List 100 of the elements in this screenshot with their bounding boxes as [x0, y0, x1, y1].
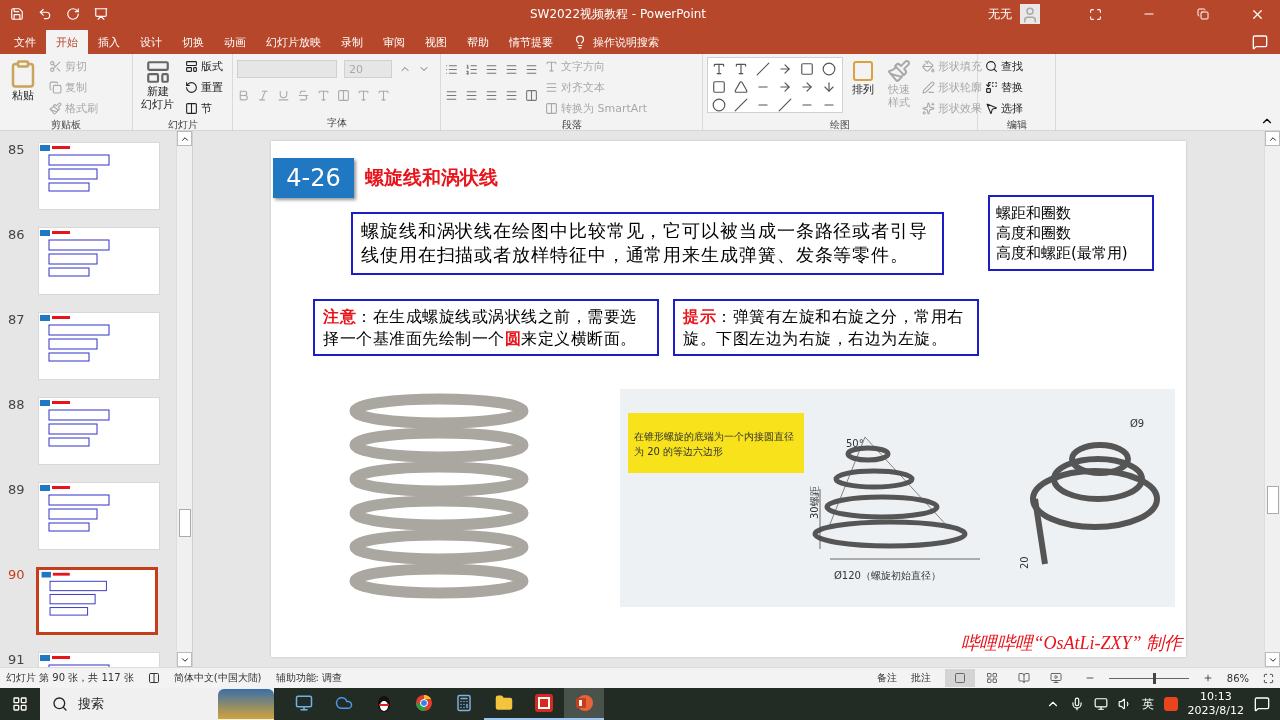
- slide-thumbnail[interactable]: [36, 567, 158, 635]
- reset-icon: [185, 81, 198, 94]
- ribbon-tab[interactable]: 插入: [88, 30, 130, 54]
- notes-button[interactable]: 备注: [876, 671, 897, 685]
- shape-icon[interactable]: [822, 62, 836, 76]
- shape-icon[interactable]: [734, 62, 748, 76]
- diameter-label: Ø120（螺旋初始直径）: [834, 570, 941, 581]
- normal-view-icon: [953, 672, 966, 684]
- ribbon-command[interactable]: 选择: [982, 99, 1026, 118]
- arrange-button[interactable]: 排列: [847, 57, 879, 118]
- taskbar-search[interactable]: 搜索: [40, 688, 274, 720]
- zoom-percent: 86%: [1226, 672, 1249, 684]
- shape-icon[interactable]: [712, 62, 726, 76]
- ribbon-tab[interactable]: 切换: [172, 30, 214, 54]
- credit-text: 哔哩哔哩“OsAtLi-ZXY” 制作: [961, 632, 1182, 655]
- style-icon: [887, 59, 911, 83]
- ribbon-command[interactable]: 节: [182, 99, 226, 118]
- undo-icon[interactable]: [38, 7, 52, 21]
- ribbon-tab[interactable]: 情节提要: [499, 30, 563, 54]
- ribbon-tab[interactable]: 文件: [4, 30, 46, 54]
- angle-label: 50°: [846, 438, 864, 449]
- slide-number: 91: [8, 652, 26, 667]
- fit-slide-icon[interactable]: [1263, 672, 1274, 684]
- group-label: 字体: [326, 116, 347, 130]
- window-title: SW2022视频教程 - PowerPoint: [530, 5, 708, 23]
- restore-icon: [1197, 8, 1209, 20]
- cad-app-icon: [535, 694, 553, 712]
- ribbon-command[interactable]: 替换: [982, 78, 1026, 97]
- shape-icon[interactable]: [778, 62, 792, 76]
- ribbon-command[interactable]: 查找: [982, 57, 1026, 76]
- shape-icon[interactable]: [712, 98, 726, 112]
- layout-icon: [185, 60, 198, 73]
- option-text: 高度和螺距(最常用): [996, 243, 1129, 263]
- shape-icon[interactable]: [778, 80, 792, 94]
- tell-me-search[interactable]: 操作说明搜索: [573, 30, 659, 54]
- reading-view-icon: [1017, 672, 1030, 684]
- slideshow-icon[interactable]: [94, 7, 108, 21]
- ribbon-tab[interactable]: 动画: [214, 30, 256, 54]
- clock[interactable]: 10:13 2023/8/12: [1187, 690, 1244, 718]
- search-icon: [985, 60, 998, 73]
- shape-icon[interactable]: [734, 80, 748, 94]
- scroll-thumb[interactable]: [1267, 486, 1279, 514]
- wire-diameter-label: Ø9: [1130, 418, 1145, 429]
- penguin-icon: [376, 694, 392, 712]
- comments-icon[interactable]: [1252, 34, 1268, 50]
- pitch-label: 30螺距: [809, 486, 820, 519]
- ribbon-tab[interactable]: 帮助: [457, 30, 499, 54]
- slide-count: 幻灯片 第 90 张，共 117 张: [6, 671, 134, 685]
- save-icon[interactable]: [10, 7, 24, 21]
- ribbon-tab[interactable]: 审阅: [373, 30, 415, 54]
- shape-icon[interactable]: [756, 62, 770, 76]
- group-label: 幻灯片: [167, 118, 198, 132]
- grid-view-icon: [985, 672, 998, 684]
- ribbon-command[interactable]: 版式: [182, 57, 226, 76]
- ribbon-tab[interactable]: 设计: [130, 30, 172, 54]
- zoom-thumb[interactable]: [1152, 672, 1156, 684]
- monitor-icon: [295, 694, 313, 712]
- ribbon-tab[interactable]: 视图: [415, 30, 457, 54]
- columns-icon[interactable]: [525, 88, 538, 102]
- network-icon[interactable]: [1093, 697, 1108, 711]
- scroll-up-button[interactable]: [177, 131, 192, 146]
- zoom-in-icon[interactable]: [1202, 673, 1213, 683]
- arrange-icon: [851, 59, 875, 83]
- section-badge: 4-26: [273, 158, 354, 198]
- ribbon-tab[interactable]: 录制: [331, 30, 373, 54]
- view-button[interactable]: [944, 669, 975, 687]
- accessibility-status[interactable]: 辅助功能: 调查: [275, 671, 343, 685]
- microphone-icon[interactable]: [1069, 697, 1084, 711]
- input-method[interactable]: 英: [1141, 695, 1154, 713]
- redo-icon[interactable]: [66, 7, 80, 21]
- shape-icon[interactable]: [822, 80, 836, 94]
- slide-number: 87: [8, 312, 26, 329]
- folder-icon: [495, 694, 513, 712]
- bullets-icon[interactable]: [445, 62, 458, 76]
- slide-title: 螺旋线和涡状线: [365, 165, 498, 190]
- shape-icon[interactable]: [734, 98, 748, 112]
- notifications-icon[interactable]: [1254, 696, 1270, 712]
- comments-button[interactable]: 批注: [910, 671, 931, 685]
- scroll-thumb[interactable]: [179, 509, 191, 537]
- shape-icon[interactable]: [800, 80, 814, 94]
- scissors-icon: [49, 60, 62, 73]
- shape-gallery[interactable]: [707, 57, 843, 113]
- shape-icon[interactable]: [800, 62, 814, 76]
- ribbon-command[interactable]: 重置: [182, 78, 226, 97]
- shape-icon[interactable]: [778, 98, 792, 112]
- group-label: 绘图: [830, 118, 850, 132]
- note-text: 注意：在生成螺旋线或涡状线之前，需要选择一个基准面先绘制一个圆来定义横断面。: [313, 299, 659, 357]
- ribbon-tab[interactable]: 开始: [46, 30, 88, 54]
- new-slide-button[interactable]: 新建 幻灯片: [137, 57, 178, 118]
- paintbrush-icon: [49, 102, 62, 115]
- ribbon-display-icon: [1088, 7, 1102, 21]
- ribbon-tab[interactable]: 幻灯片放映: [256, 30, 331, 54]
- figure-caption: 在锥形螺旋的底端为一个内接圆直径为 20 的等边六边形: [628, 413, 804, 473]
- group-label: 编辑: [1006, 118, 1027, 132]
- paste-button[interactable]: 粘贴: [4, 57, 42, 118]
- numbering-icon[interactable]: [465, 62, 478, 76]
- calculator-icon: [455, 694, 473, 712]
- lightbulb-icon: [573, 35, 587, 49]
- shape-icon[interactable]: [712, 80, 726, 94]
- replace-icon: [985, 81, 998, 94]
